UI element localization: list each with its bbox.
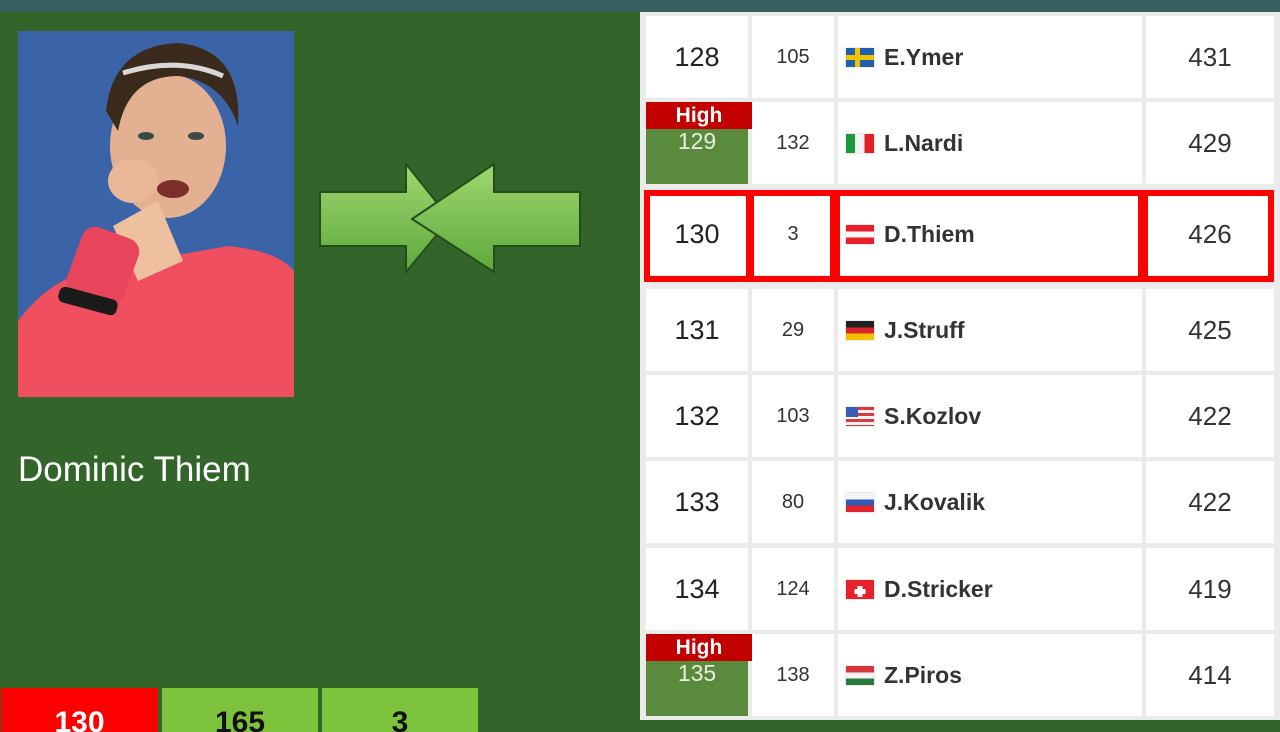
player-name-link[interactable]: J.Kovalik [884,489,985,516]
previous-rank-cell: 138 [752,634,834,716]
austria-flag-icon [846,224,874,244]
player-name: Dominic Thiem [18,450,251,489]
rank-value: 129 [677,128,717,154]
points-cell: 429 [1146,102,1274,184]
points-cell: 425 [1146,289,1274,371]
previous-rank-cell: 105 [752,16,834,98]
table-row[interactable]: 134 124 D.Stricker 419 [646,548,1274,630]
points-cell: 422 [1146,375,1274,457]
rank-cell: 128 [646,16,748,98]
stat-box: 165 [162,688,318,732]
top-bar [0,0,1280,12]
points-cell: 422 [1146,461,1274,543]
player-name-link[interactable]: D.Stricker [884,576,993,603]
table-row[interactable]: 130 3 D.Thiem 426 [646,193,1274,275]
player-name-link[interactable]: J.Struff [884,317,965,344]
italy-flag-icon [846,133,874,153]
player-cell[interactable]: D.Stricker [838,548,1142,630]
current-rank-stat: 130 [1,688,158,732]
rank-cell: 134 [646,548,748,630]
usa-flag-icon [846,406,874,426]
player-photo [18,31,294,397]
sweden-flag-icon [846,47,874,67]
player-cell[interactable]: S.Kozlov [838,375,1142,457]
switzerland-flag-icon [846,579,874,599]
player-panel: Dominic Thiem 130 165 3 [0,12,640,732]
points-cell: 431 [1146,16,1274,98]
slovakia-flag-icon [846,492,874,512]
table-row[interactable]: 132 103 S.Kozlov 422 [646,375,1274,457]
stat-box: 3 [322,688,478,732]
previous-rank-cell: 103 [752,375,834,457]
player-cell[interactable]: D.Thiem [838,193,1142,275]
rank-cell: 133 [646,461,748,543]
player-stats: 130 165 3 [0,688,478,732]
career-high-badge: High [646,634,752,661]
swap-arrows-icon [318,161,584,277]
table-row[interactable]: 131 29 J.Struff 425 [646,289,1274,371]
rank-cell: 131 [646,289,748,371]
player-cell[interactable]: Z.Piros [838,634,1142,716]
rank-cell-high: 135 High [646,634,752,716]
player-name-link[interactable]: L.Nardi [884,130,963,157]
previous-rank-cell: 80 [752,461,834,543]
previous-rank-cell: 132 [752,102,834,184]
table-row[interactable]: 135 High 138 Z.Piros 414 [646,634,1274,716]
rank-cell: 132 [646,375,748,457]
rank-cell-high: 129 High [646,102,752,184]
table-row[interactable]: 128 105 E.Ymer 431 [646,16,1274,98]
table-row[interactable]: 129 High 132 L.Nardi 429 [646,102,1274,184]
player-name-link[interactable]: D.Thiem [884,221,975,248]
points-cell: 419 [1146,548,1274,630]
rank-value: 135 [677,660,717,686]
player-name-link[interactable]: S.Kozlov [884,403,981,430]
player-name-link[interactable]: E.Ymer [884,44,963,71]
hungary-flag-icon [846,665,874,685]
player-cell[interactable]: J.Kovalik [838,461,1142,543]
player-name-link[interactable]: Z.Piros [884,662,962,689]
rank-cell: 130 [646,193,748,275]
points-cell: 414 [1146,634,1274,716]
ranking-table: 128 105 E.Ymer 431 129 High 132 L.Nardi … [640,12,1280,720]
previous-rank-cell: 3 [752,193,834,275]
germany-flag-icon [846,320,874,340]
table-row[interactable]: 133 80 J.Kovalik 422 [646,461,1274,543]
points-cell: 426 [1146,193,1274,275]
player-cell[interactable]: J.Struff [838,289,1142,371]
previous-rank-cell: 124 [752,548,834,630]
career-high-badge: High [646,102,752,129]
player-cell[interactable]: L.Nardi [838,102,1142,184]
player-cell[interactable]: E.Ymer [838,16,1142,98]
previous-rank-cell: 29 [752,289,834,371]
